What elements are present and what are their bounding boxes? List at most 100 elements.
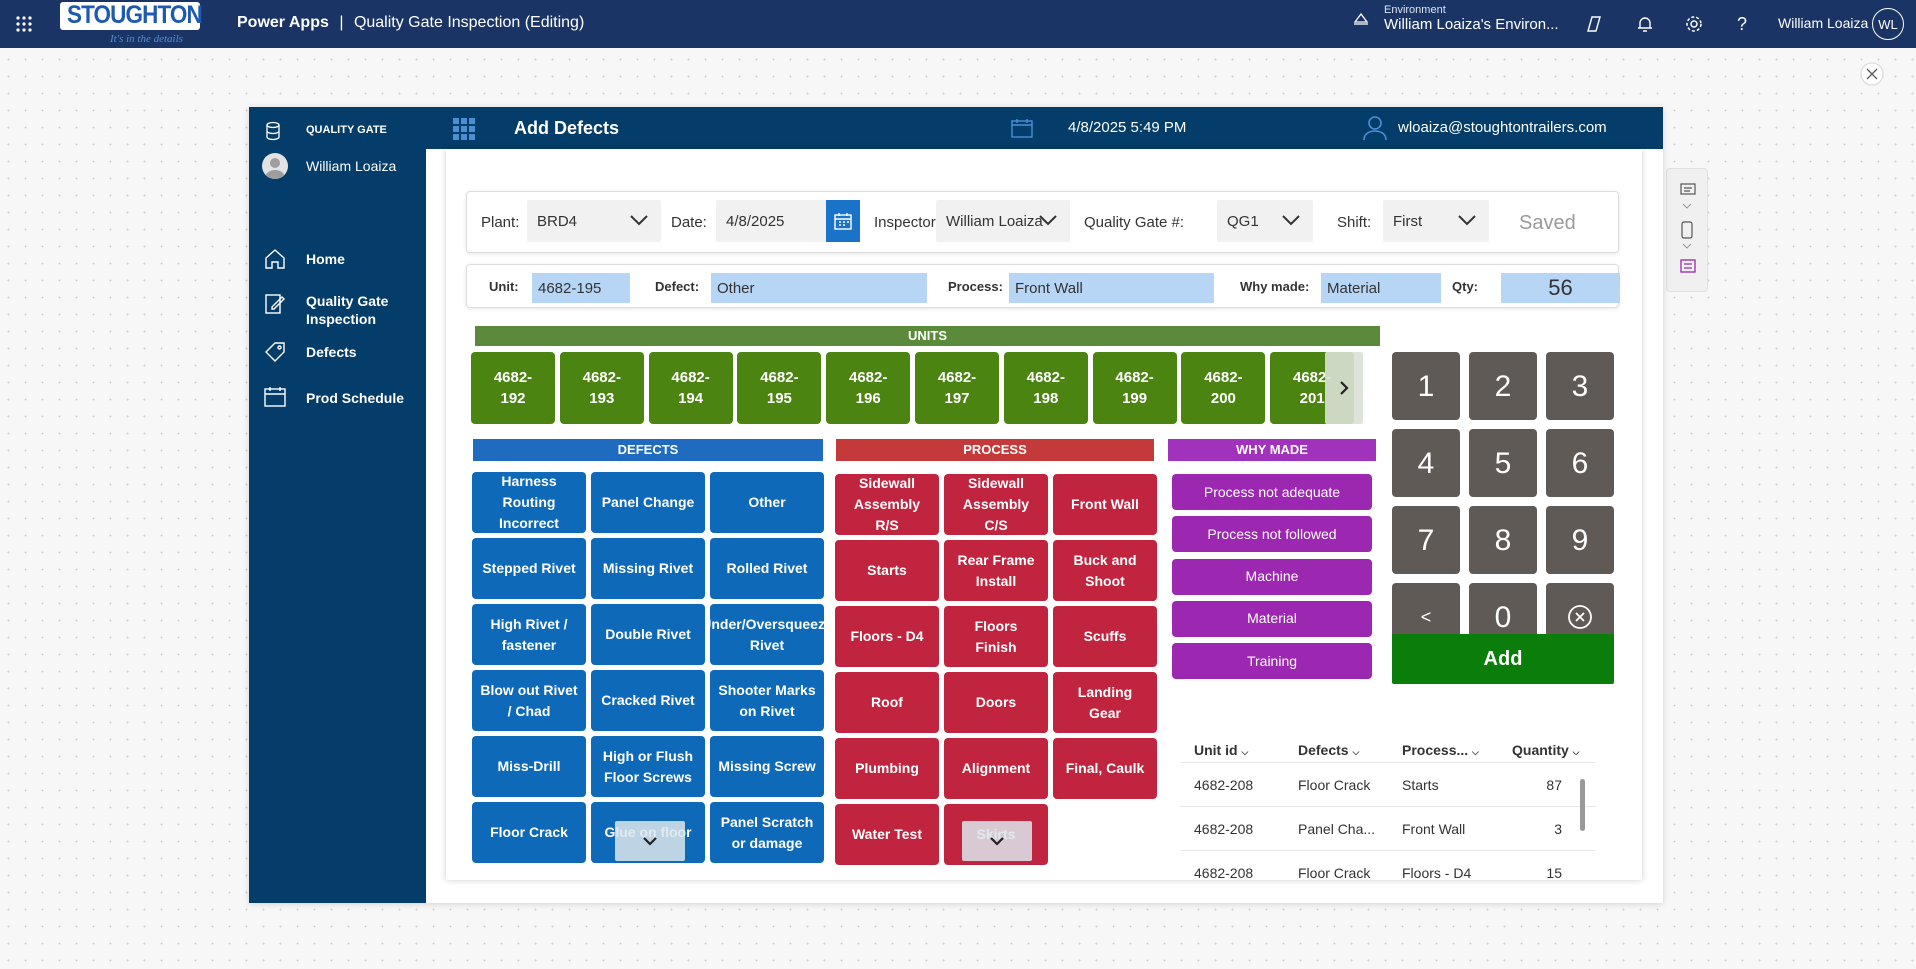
unit-button-4682-197[interactable]: 4682- 197 <box>915 352 999 424</box>
process-button-sidewall-assembly-c-s[interactable]: Sidewall Assembly C/S <box>944 474 1048 535</box>
process-button-doors[interactable]: Doors <box>944 672 1048 733</box>
copilot-icon[interactable] <box>1584 12 1608 36</box>
unit-button-4682-195[interactable]: 4682- 195 <box>737 352 822 424</box>
key-1[interactable]: 1 <box>1392 352 1460 420</box>
defect-button-blow-out-rivet-chad[interactable]: Blow out Rivet / Chad <box>472 670 586 731</box>
defect-button-high-rivet-fastener[interactable]: High Rivet / fastener <box>472 604 586 665</box>
defect-button-shooter-marks-on-rivet[interactable]: Shooter Marks on Rivet <box>710 670 824 731</box>
process-button-front-wall[interactable]: Front Wall <box>1053 474 1157 535</box>
defect-button-miss-drill[interactable]: Miss-Drill <box>472 736 586 797</box>
why-made-button-machine[interactable]: Machine <box>1172 558 1372 595</box>
environment-picker[interactable]: Environment William Loaiza's Environ... <box>1352 4 1559 33</box>
defect-button-high-or-flush-floor-screws[interactable]: High or Flush Floor Screws <box>591 736 705 797</box>
why-made-button-training[interactable]: Training <box>1172 643 1372 680</box>
sidebar-item-defects[interactable]: Defects <box>263 340 357 364</box>
user-avatar[interactable]: WL <box>1872 8 1904 40</box>
shift-dropdown[interactable]: First <box>1383 200 1489 242</box>
process-button-sidewall-assembly-r-s[interactable]: Sidewall Assembly R/S <box>835 474 939 535</box>
form-icon[interactable] <box>1680 259 1696 273</box>
qty-field[interactable]: 56 <box>1501 273 1620 303</box>
close-icon[interactable] <box>1860 62 1884 86</box>
process-button-plumbing[interactable]: Plumbing <box>835 738 939 799</box>
chevron-down-icon[interactable] <box>1682 203 1692 209</box>
key-7[interactable]: 7 <box>1392 506 1460 574</box>
defects-scroll-down-button[interactable] <box>615 821 685 861</box>
app-title-bar: Power Apps | Quality Gate Inspection (Ed… <box>237 14 584 32</box>
key-8[interactable]: 8 <box>1469 506 1537 574</box>
process-button-starts[interactable]: Starts <box>835 540 939 601</box>
key-6[interactable]: 6 <box>1546 429 1614 497</box>
defect-button-missing-rivet[interactable]: Missing Rivet <box>591 538 705 599</box>
process-scroll-down-button[interactable] <box>962 821 1032 861</box>
key-5[interactable]: 5 <box>1469 429 1537 497</box>
plant-dropdown[interactable]: BRD4 <box>527 200 661 242</box>
key-3[interactable]: 3 <box>1546 352 1614 420</box>
defect-button-cracked-rivet[interactable]: Cracked Rivet <box>591 670 705 731</box>
unit-button-4682-192[interactable]: 4682- 192 <box>471 352 555 424</box>
defect-button-double-rivet[interactable]: Double Rivet <box>591 604 705 665</box>
quality-gate-dropdown[interactable]: QG1 <box>1217 200 1313 242</box>
unit-button-4682-200[interactable]: 4682- 200 <box>1181 352 1266 424</box>
defect-button-floor-crack[interactable]: Floor Crack <box>472 802 586 863</box>
unit-field[interactable]: 4682-195 <box>532 273 630 303</box>
why-made-button-process-not-followed[interactable]: Process not followed <box>1172 516 1372 553</box>
table-scrollbar[interactable] <box>1580 779 1585 831</box>
defect-button-harness-routing-incorrect[interactable]: Harness Routing Incorrect <box>472 472 586 533</box>
defect-button-other[interactable]: Other <box>710 472 824 533</box>
unit-button-4682-198[interactable]: 4682- 198 <box>1003 352 1088 424</box>
add-button[interactable]: Add <box>1392 634 1614 684</box>
column-header-process[interactable]: Process... ⌵ <box>1402 742 1479 758</box>
column-label: Process... <box>1402 742 1469 758</box>
defect-button-panel-change[interactable]: Panel Change <box>591 472 705 533</box>
process-button-rear-frame-install[interactable]: Rear Frame Install <box>944 540 1048 601</box>
why-made-button-material[interactable]: Material <box>1172 600 1372 637</box>
units-next-button[interactable] <box>1325 352 1363 424</box>
comment-icon[interactable] <box>1680 183 1696 197</box>
unit-button-4682-194[interactable]: 4682- 194 <box>648 352 733 424</box>
process-button-alignment[interactable]: Alignment <box>944 738 1048 799</box>
environment-label: Environment <box>1384 4 1446 16</box>
column-header-quantity[interactable]: Quantity ⌵ <box>1512 742 1580 758</box>
column-header-unit-id[interactable]: Unit id ⌵ <box>1194 742 1248 758</box>
date-calendar-button[interactable] <box>826 200 860 242</box>
chevron-down-icon[interactable] <box>1682 243 1692 249</box>
date-picker[interactable]: 4/8/2025 <box>716 200 826 242</box>
phone-icon[interactable] <box>1681 221 1693 239</box>
sidebar-item-home[interactable]: Home <box>263 247 345 271</box>
unit-button-4682-199[interactable]: 4682- 199 <box>1092 352 1177 424</box>
grid-menu-icon[interactable] <box>453 118 475 140</box>
inspector-dropdown[interactable]: William Loaiza <box>936 200 1070 242</box>
sidebar-item-quality-gate-inspection[interactable]: Quality Gate Inspection <box>263 292 388 327</box>
process-button-roof[interactable]: Roof <box>835 672 939 733</box>
key-9[interactable]: 9 <box>1546 506 1614 574</box>
notifications-bell-icon[interactable] <box>1633 12 1657 36</box>
key-4[interactable]: 4 <box>1392 429 1460 497</box>
process-button-buck-and-shoot[interactable]: Buck and Shoot <box>1053 540 1157 601</box>
chevron-down-icon <box>990 837 1004 846</box>
column-header-defects[interactable]: Defects ⌵ <box>1298 742 1359 758</box>
defect-button-stepped-rivet[interactable]: Stepped Rivet <box>472 538 586 599</box>
defect-button-panel-scratch-or-damage[interactable]: Panel Scratch or damage <box>710 802 824 863</box>
process-field[interactable]: Front Wall <box>1009 273 1214 303</box>
help-question-icon[interactable]: ? <box>1730 12 1754 36</box>
process-button-water-test[interactable]: Water Test <box>835 804 939 865</box>
key-2[interactable]: 2 <box>1469 352 1537 420</box>
why-made-field[interactable]: Material <box>1321 273 1441 303</box>
edit-form-icon <box>265 294 285 314</box>
process-button-final-caulk[interactable]: Final, Caulk <box>1053 738 1157 799</box>
process-button-floors-finish[interactable]: Floors Finish <box>944 606 1048 667</box>
process-button-landing-gear[interactable]: Landing Gear <box>1053 672 1157 733</box>
settings-gear-icon[interactable] <box>1682 12 1706 36</box>
sidebar-item-prod-schedule[interactable]: Prod Schedule <box>263 385 404 409</box>
defect-button-rolled-rivet[interactable]: Rolled Rivet <box>710 538 824 599</box>
process-button-scuffs[interactable]: Scuffs <box>1053 606 1157 667</box>
unit-button-4682-196[interactable]: 4682- 196 <box>826 352 911 424</box>
defect-button-under-oversqueeze-rivet[interactable]: Under/OversqueezeRivet <box>710 604 824 665</box>
app-launcher-icon[interactable] <box>0 0 48 48</box>
defect-button-missing-screw[interactable]: Missing Screw <box>710 736 824 797</box>
defect-field[interactable]: Other <box>711 273 927 303</box>
process-button-floors-d4[interactable]: Floors - D4 <box>835 606 939 667</box>
why-made-button-process-not-adequate[interactable]: Process not adequate <box>1172 474 1372 510</box>
shift-value: First <box>1393 213 1423 230</box>
unit-button-4682-193[interactable]: 4682- 193 <box>559 352 644 424</box>
